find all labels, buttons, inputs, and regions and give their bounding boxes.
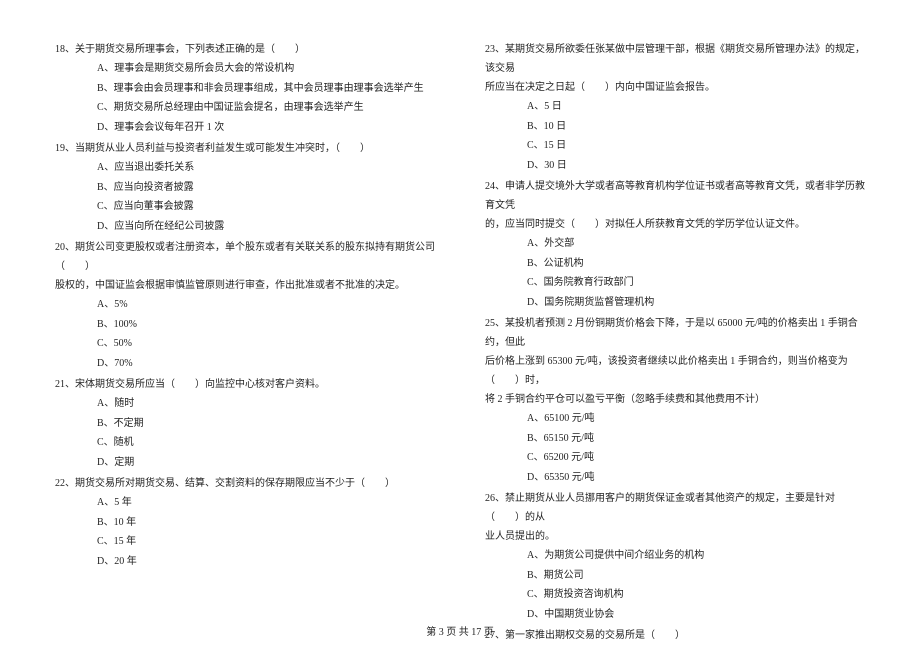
question-26: 26、禁止期货从业人员挪用客户的期货保证金或者其他资产的规定，主要是针对（ ）的… bbox=[485, 489, 865, 624]
question-stem: 19、当期货从业人员利益与投资者利益发生或可能发生冲突时，（ ） bbox=[55, 139, 435, 158]
option-b: B、10 年 bbox=[97, 513, 435, 533]
option-b: B、公证机构 bbox=[527, 254, 865, 274]
option-c: C、国务院教育行政部门 bbox=[527, 273, 865, 293]
option-b: B、应当向投资者披露 bbox=[97, 178, 435, 198]
page-body: 18、关于期货交易所理事会，下列表述正确的是（ ） A、理事会是期货交易所会员大… bbox=[0, 0, 920, 620]
question-25: 25、某投机者预测 2 月份铜期货价格会下降，于是以 65000 元/吨的价格卖… bbox=[485, 314, 865, 487]
question-22: 22、期货交易所对期货交易、结算、交割资料的保存期限应当不少于（ ） A、5 年… bbox=[55, 474, 435, 571]
question-stem-cont: 所应当在决定之日起（ ）内向中国证监会报告。 bbox=[485, 78, 865, 97]
option-a: A、5 日 bbox=[527, 97, 865, 117]
question-stem: 21、宋体期货交易所应当（ ）向监控中心核对客户资料。 bbox=[55, 375, 435, 394]
question-stem: 18、关于期货交易所理事会，下列表述正确的是（ ） bbox=[55, 40, 435, 59]
option-a: A、5% bbox=[97, 295, 435, 315]
right-column: 23、某期货交易所欲委任张某做中层管理干部，根据《期货交易所管理办法》的规定，该… bbox=[460, 40, 865, 590]
question-23: 23、某期货交易所欲委任张某做中层管理干部，根据《期货交易所管理办法》的规定，该… bbox=[485, 40, 865, 175]
option-b: B、不定期 bbox=[97, 414, 435, 434]
options: A、应当退出委托关系 B、应当向投资者披露 C、应当向董事会披露 D、应当向所在… bbox=[55, 158, 435, 236]
question-18: 18、关于期货交易所理事会，下列表述正确的是（ ） A、理事会是期货交易所会员大… bbox=[55, 40, 435, 137]
page-footer: 第 3 页 共 17 页 bbox=[0, 623, 920, 638]
option-b: B、理事会由会员理事和非会员理事组成，其中会员理事由理事会选举产生 bbox=[97, 79, 435, 99]
option-c: C、应当向董事会披露 bbox=[97, 197, 435, 217]
question-stem-cont: 将 2 手铜合约平仓可以盈亏平衡（忽略手续费和其他费用不计） bbox=[485, 390, 865, 409]
option-d: D、国务院期货监督管理机构 bbox=[527, 293, 865, 313]
options: A、5 年 B、10 年 C、15 年 D、20 年 bbox=[55, 493, 435, 571]
options: A、理事会是期货交易所会员大会的常设机构 B、理事会由会员理事和非会员理事组成，… bbox=[55, 59, 435, 137]
option-c: C、15 日 bbox=[527, 136, 865, 156]
question-stem: 20、期货公司变更股权或者注册资本，单个股东或者有关联关系的股东拟持有期货公司（… bbox=[55, 238, 435, 276]
option-b: B、100% bbox=[97, 315, 435, 335]
question-20: 20、期货公司变更股权或者注册资本，单个股东或者有关联关系的股东拟持有期货公司（… bbox=[55, 238, 435, 373]
question-stem: 26、禁止期货从业人员挪用客户的期货保证金或者其他资产的规定，主要是针对（ ）的… bbox=[485, 489, 865, 527]
question-stem: 23、某期货交易所欲委任张某做中层管理干部，根据《期货交易所管理办法》的规定，该… bbox=[485, 40, 865, 78]
question-stem-cont: 业人员提出的。 bbox=[485, 527, 865, 546]
question-stem: 22、期货交易所对期货交易、结算、交割资料的保存期限应当不少于（ ） bbox=[55, 474, 435, 493]
options: A、65100 元/吨 B、65150 元/吨 C、65200 元/吨 D、65… bbox=[485, 409, 865, 487]
question-stem: 25、某投机者预测 2 月份铜期货价格会下降，于是以 65000 元/吨的价格卖… bbox=[485, 314, 865, 352]
option-a: A、理事会是期货交易所会员大会的常设机构 bbox=[97, 59, 435, 79]
option-a: A、随时 bbox=[97, 394, 435, 414]
option-d: D、65350 元/吨 bbox=[527, 468, 865, 488]
options: A、5 日 B、10 日 C、15 日 D、30 日 bbox=[485, 97, 865, 175]
option-d: D、理事会会议每年召开 1 次 bbox=[97, 118, 435, 138]
option-a: A、5 年 bbox=[97, 493, 435, 513]
option-d: D、定期 bbox=[97, 453, 435, 473]
option-b: B、10 日 bbox=[527, 117, 865, 137]
option-d: D、应当向所在经纪公司披露 bbox=[97, 217, 435, 237]
option-d: D、中国期货业协会 bbox=[527, 605, 865, 625]
option-c: C、65200 元/吨 bbox=[527, 448, 865, 468]
question-stem-cont: 股权的，中国证监会根据审慎监管原则进行审查，作出批准或者不批准的决定。 bbox=[55, 276, 435, 295]
question-21: 21、宋体期货交易所应当（ ）向监控中心核对客户资料。 A、随时 B、不定期 C… bbox=[55, 375, 435, 472]
option-b: B、65150 元/吨 bbox=[527, 429, 865, 449]
option-a: A、应当退出委托关系 bbox=[97, 158, 435, 178]
left-column: 18、关于期货交易所理事会，下列表述正确的是（ ） A、理事会是期货交易所会员大… bbox=[55, 40, 460, 590]
options: A、为期货公司提供中间介绍业务的机构 B、期货公司 C、期货投资咨询机构 D、中… bbox=[485, 546, 865, 624]
option-a: A、为期货公司提供中间介绍业务的机构 bbox=[527, 546, 865, 566]
option-b: B、期货公司 bbox=[527, 566, 865, 586]
option-a: A、外交部 bbox=[527, 234, 865, 254]
question-stem: 24、申请人提交境外大学或者高等教育机构学位证书或者高等教育文凭，或者非学历教育… bbox=[485, 177, 865, 215]
option-d: D、30 日 bbox=[527, 156, 865, 176]
question-stem-cont: 后价格上涨到 65300 元/吨，该投资者继续以此价格卖出 1 手铜合约，则当价… bbox=[485, 352, 865, 390]
option-c: C、随机 bbox=[97, 433, 435, 453]
option-d: D、70% bbox=[97, 354, 435, 374]
option-c: C、50% bbox=[97, 334, 435, 354]
option-c: C、期货交易所总经理由中国证监会提名，由理事会选举产生 bbox=[97, 98, 435, 118]
option-a: A、65100 元/吨 bbox=[527, 409, 865, 429]
question-24: 24、申请人提交境外大学或者高等教育机构学位证书或者高等教育文凭，或者非学历教育… bbox=[485, 177, 865, 312]
options: A、外交部 B、公证机构 C、国务院教育行政部门 D、国务院期货监督管理机构 bbox=[485, 234, 865, 312]
option-c: C、期货投资咨询机构 bbox=[527, 585, 865, 605]
options: A、5% B、100% C、50% D、70% bbox=[55, 295, 435, 373]
question-19: 19、当期货从业人员利益与投资者利益发生或可能发生冲突时，（ ） A、应当退出委… bbox=[55, 139, 435, 236]
option-d: D、20 年 bbox=[97, 552, 435, 572]
option-c: C、15 年 bbox=[97, 532, 435, 552]
question-stem-cont: 的，应当同时提交（ ）对拟任人所获教育文凭的学历学位认证文件。 bbox=[485, 215, 865, 234]
options: A、随时 B、不定期 C、随机 D、定期 bbox=[55, 394, 435, 472]
